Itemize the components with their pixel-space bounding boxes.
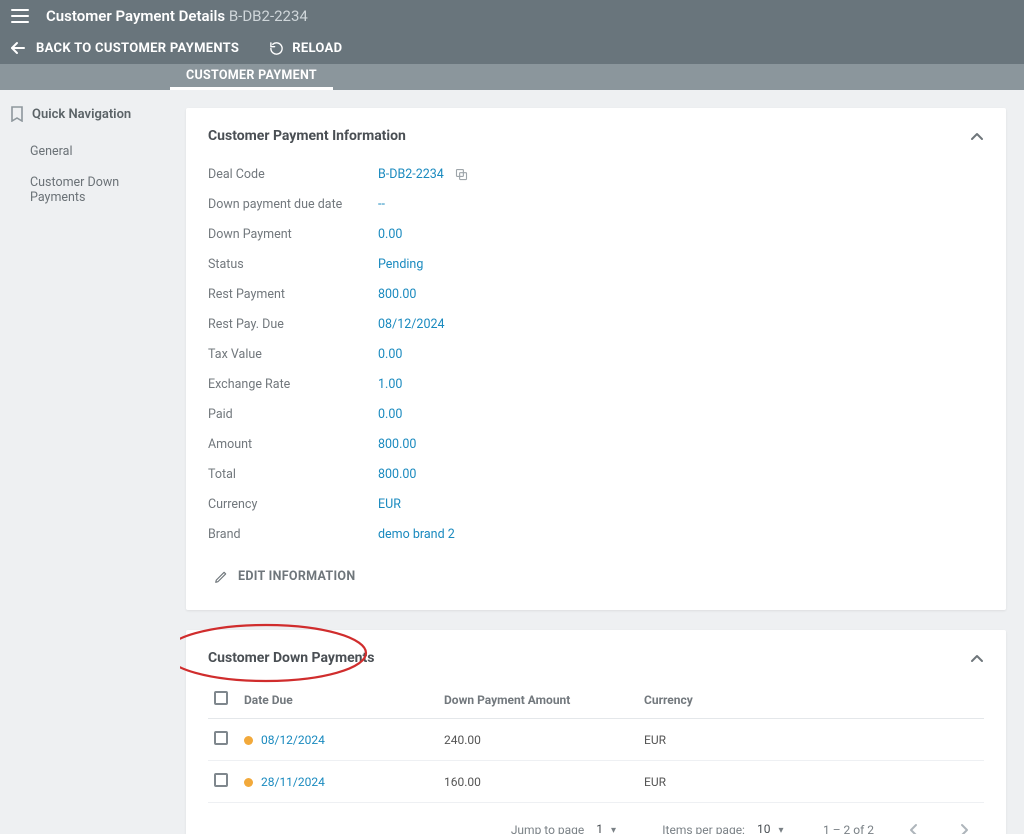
reload-icon — [269, 41, 284, 56]
value-status: Pending — [378, 257, 423, 272]
tab-bar: CUSTOMER PAYMENT — [0, 64, 1024, 90]
status-dot-icon — [244, 736, 253, 745]
reload-button[interactable]: RELOAD — [269, 41, 342, 56]
value-rest-payment: 800.00 — [378, 287, 416, 302]
value-currency: EUR — [378, 497, 401, 512]
page-title: Customer Payment Details B-DB2-2234 — [46, 7, 308, 25]
label-exch: Exchange Rate — [208, 377, 378, 392]
caret-down-icon: ▾ — [778, 825, 783, 834]
tab-customer-payment[interactable]: CUSTOMER PAYMENT — [170, 64, 333, 90]
row-checkbox[interactable] — [214, 731, 228, 745]
table-row: 28/11/2024 160.00 EUR — [208, 761, 984, 803]
date-link[interactable]: 08/12/2024 — [261, 733, 325, 747]
collapse-button[interactable] — [970, 126, 984, 145]
col-dp-amount[interactable]: Down Payment Amount — [438, 681, 638, 719]
select-all-checkbox[interactable] — [214, 691, 228, 705]
quick-nav-header: Quick Navigation — [10, 106, 170, 122]
value-amount: 800.00 — [378, 437, 416, 452]
value-deal-code: B-DB2-2234 — [378, 167, 444, 182]
copy-button[interactable] — [454, 167, 469, 182]
label-amount: Amount — [208, 437, 378, 452]
value-down-due: -- — [378, 197, 385, 212]
cdp-table: Date Due Down Payment Amount Currency 08… — [208, 681, 984, 803]
back-label: BACK TO CUSTOMER PAYMENTS — [36, 41, 239, 56]
label-down-payment: Down Payment — [208, 227, 378, 242]
value-rest-due: 08/12/2024 — [378, 317, 445, 332]
row-checkbox[interactable] — [214, 773, 228, 787]
pencil-icon — [214, 570, 228, 584]
value-total: 800.00 — [378, 467, 416, 482]
page-title-main: Customer Payment Details — [46, 7, 225, 25]
next-page-button[interactable] — [952, 817, 978, 834]
info-card: Customer Payment Information Deal Code B… — [186, 108, 1006, 610]
value-brand: demo brand 2 — [378, 527, 455, 542]
label-rest-due: Rest Pay. Due — [208, 317, 378, 332]
sidebar: Quick Navigation General Customer Down P… — [0, 90, 180, 834]
col-currency[interactable]: Currency — [638, 681, 984, 719]
tab-label: CUSTOMER PAYMENT — [186, 68, 317, 83]
jump-label: Jump to page — [511, 823, 584, 834]
label-brand: Brand — [208, 527, 378, 542]
cell-amount: 240.00 — [438, 719, 638, 761]
label-tax: Tax Value — [208, 347, 378, 362]
col-date-due[interactable]: Date Due — [238, 681, 438, 719]
jump-page-select[interactable]: 1 ▾ — [594, 822, 636, 834]
info-card-header: Customer Payment Information — [208, 126, 984, 145]
chevron-up-icon — [970, 131, 984, 141]
menu-icon[interactable] — [6, 2, 34, 30]
top-bar: Customer Payment Details B-DB2-2234 BACK… — [0, 0, 1024, 90]
value-down-payment: 0.00 — [378, 227, 402, 242]
label-deal-code: Deal Code — [208, 167, 378, 182]
arrow-left-icon — [10, 41, 26, 55]
main-content: Customer Payment Information Deal Code B… — [180, 90, 1024, 834]
ipp-value: 10 — [757, 822, 771, 834]
cell-currency: EUR — [638, 761, 984, 803]
table-row: 08/12/2024 240.00 EUR — [208, 719, 984, 761]
action-bar: BACK TO CUSTOMER PAYMENTS RELOAD — [0, 32, 1024, 64]
value-exch: 1.00 — [378, 377, 402, 392]
body: Quick Navigation General Customer Down P… — [0, 90, 1024, 834]
cell-currency: EUR — [638, 719, 984, 761]
status-dot-icon — [244, 778, 253, 787]
chevron-left-icon — [908, 823, 918, 834]
chevron-up-icon — [970, 653, 984, 663]
value-paid: 0.00 — [378, 407, 402, 422]
range-label: 1 – 2 of 2 — [823, 823, 874, 834]
jump-value: 1 — [596, 822, 603, 834]
caret-down-icon: ▾ — [611, 825, 616, 834]
cdp-card-header: Customer Down Payments — [208, 648, 984, 667]
cdp-card: Customer Down Payments Date Due Down Pay… — [186, 630, 1006, 834]
chevron-right-icon — [960, 823, 970, 834]
label-down-due: Down payment due date — [208, 197, 378, 212]
back-button[interactable]: BACK TO CUSTOMER PAYMENTS — [10, 41, 239, 56]
pager: Jump to page 1 ▾ Items per page: 10 ▾ — [208, 803, 984, 834]
label-status: Status — [208, 257, 378, 272]
app-root: Customer Payment Details B-DB2-2234 BACK… — [0, 0, 1024, 834]
collapse-button[interactable] — [970, 648, 984, 667]
sidebar-item-cust-down-payments[interactable]: Customer Down Payments — [10, 167, 170, 213]
items-per-page-select[interactable]: 10 ▾ — [755, 822, 797, 834]
label-currency: Currency — [208, 497, 378, 512]
edit-info-button[interactable]: EDIT INFORMATION — [208, 565, 361, 588]
title-bar: Customer Payment Details B-DB2-2234 — [0, 0, 1024, 32]
cdp-card-title: Customer Down Payments — [208, 650, 374, 666]
cell-amount: 160.00 — [438, 761, 638, 803]
edit-info-label: EDIT INFORMATION — [238, 569, 355, 584]
label-paid: Paid — [208, 407, 378, 422]
page-title-suffix: B-DB2-2234 — [229, 7, 308, 25]
prev-page-button[interactable] — [900, 817, 926, 834]
label-total: Total — [208, 467, 378, 482]
date-link[interactable]: 28/11/2024 — [261, 775, 325, 789]
value-tax: 0.00 — [378, 347, 402, 362]
ipp-label: Items per page: — [662, 823, 745, 834]
info-card-title: Customer Payment Information — [208, 128, 406, 144]
label-rest-payment: Rest Payment — [208, 287, 378, 302]
reload-label: RELOAD — [292, 41, 342, 56]
copy-icon — [454, 167, 469, 182]
sidebar-item-general[interactable]: General — [10, 136, 170, 167]
bookmark-icon — [10, 106, 24, 122]
quick-nav-title: Quick Navigation — [32, 107, 131, 122]
